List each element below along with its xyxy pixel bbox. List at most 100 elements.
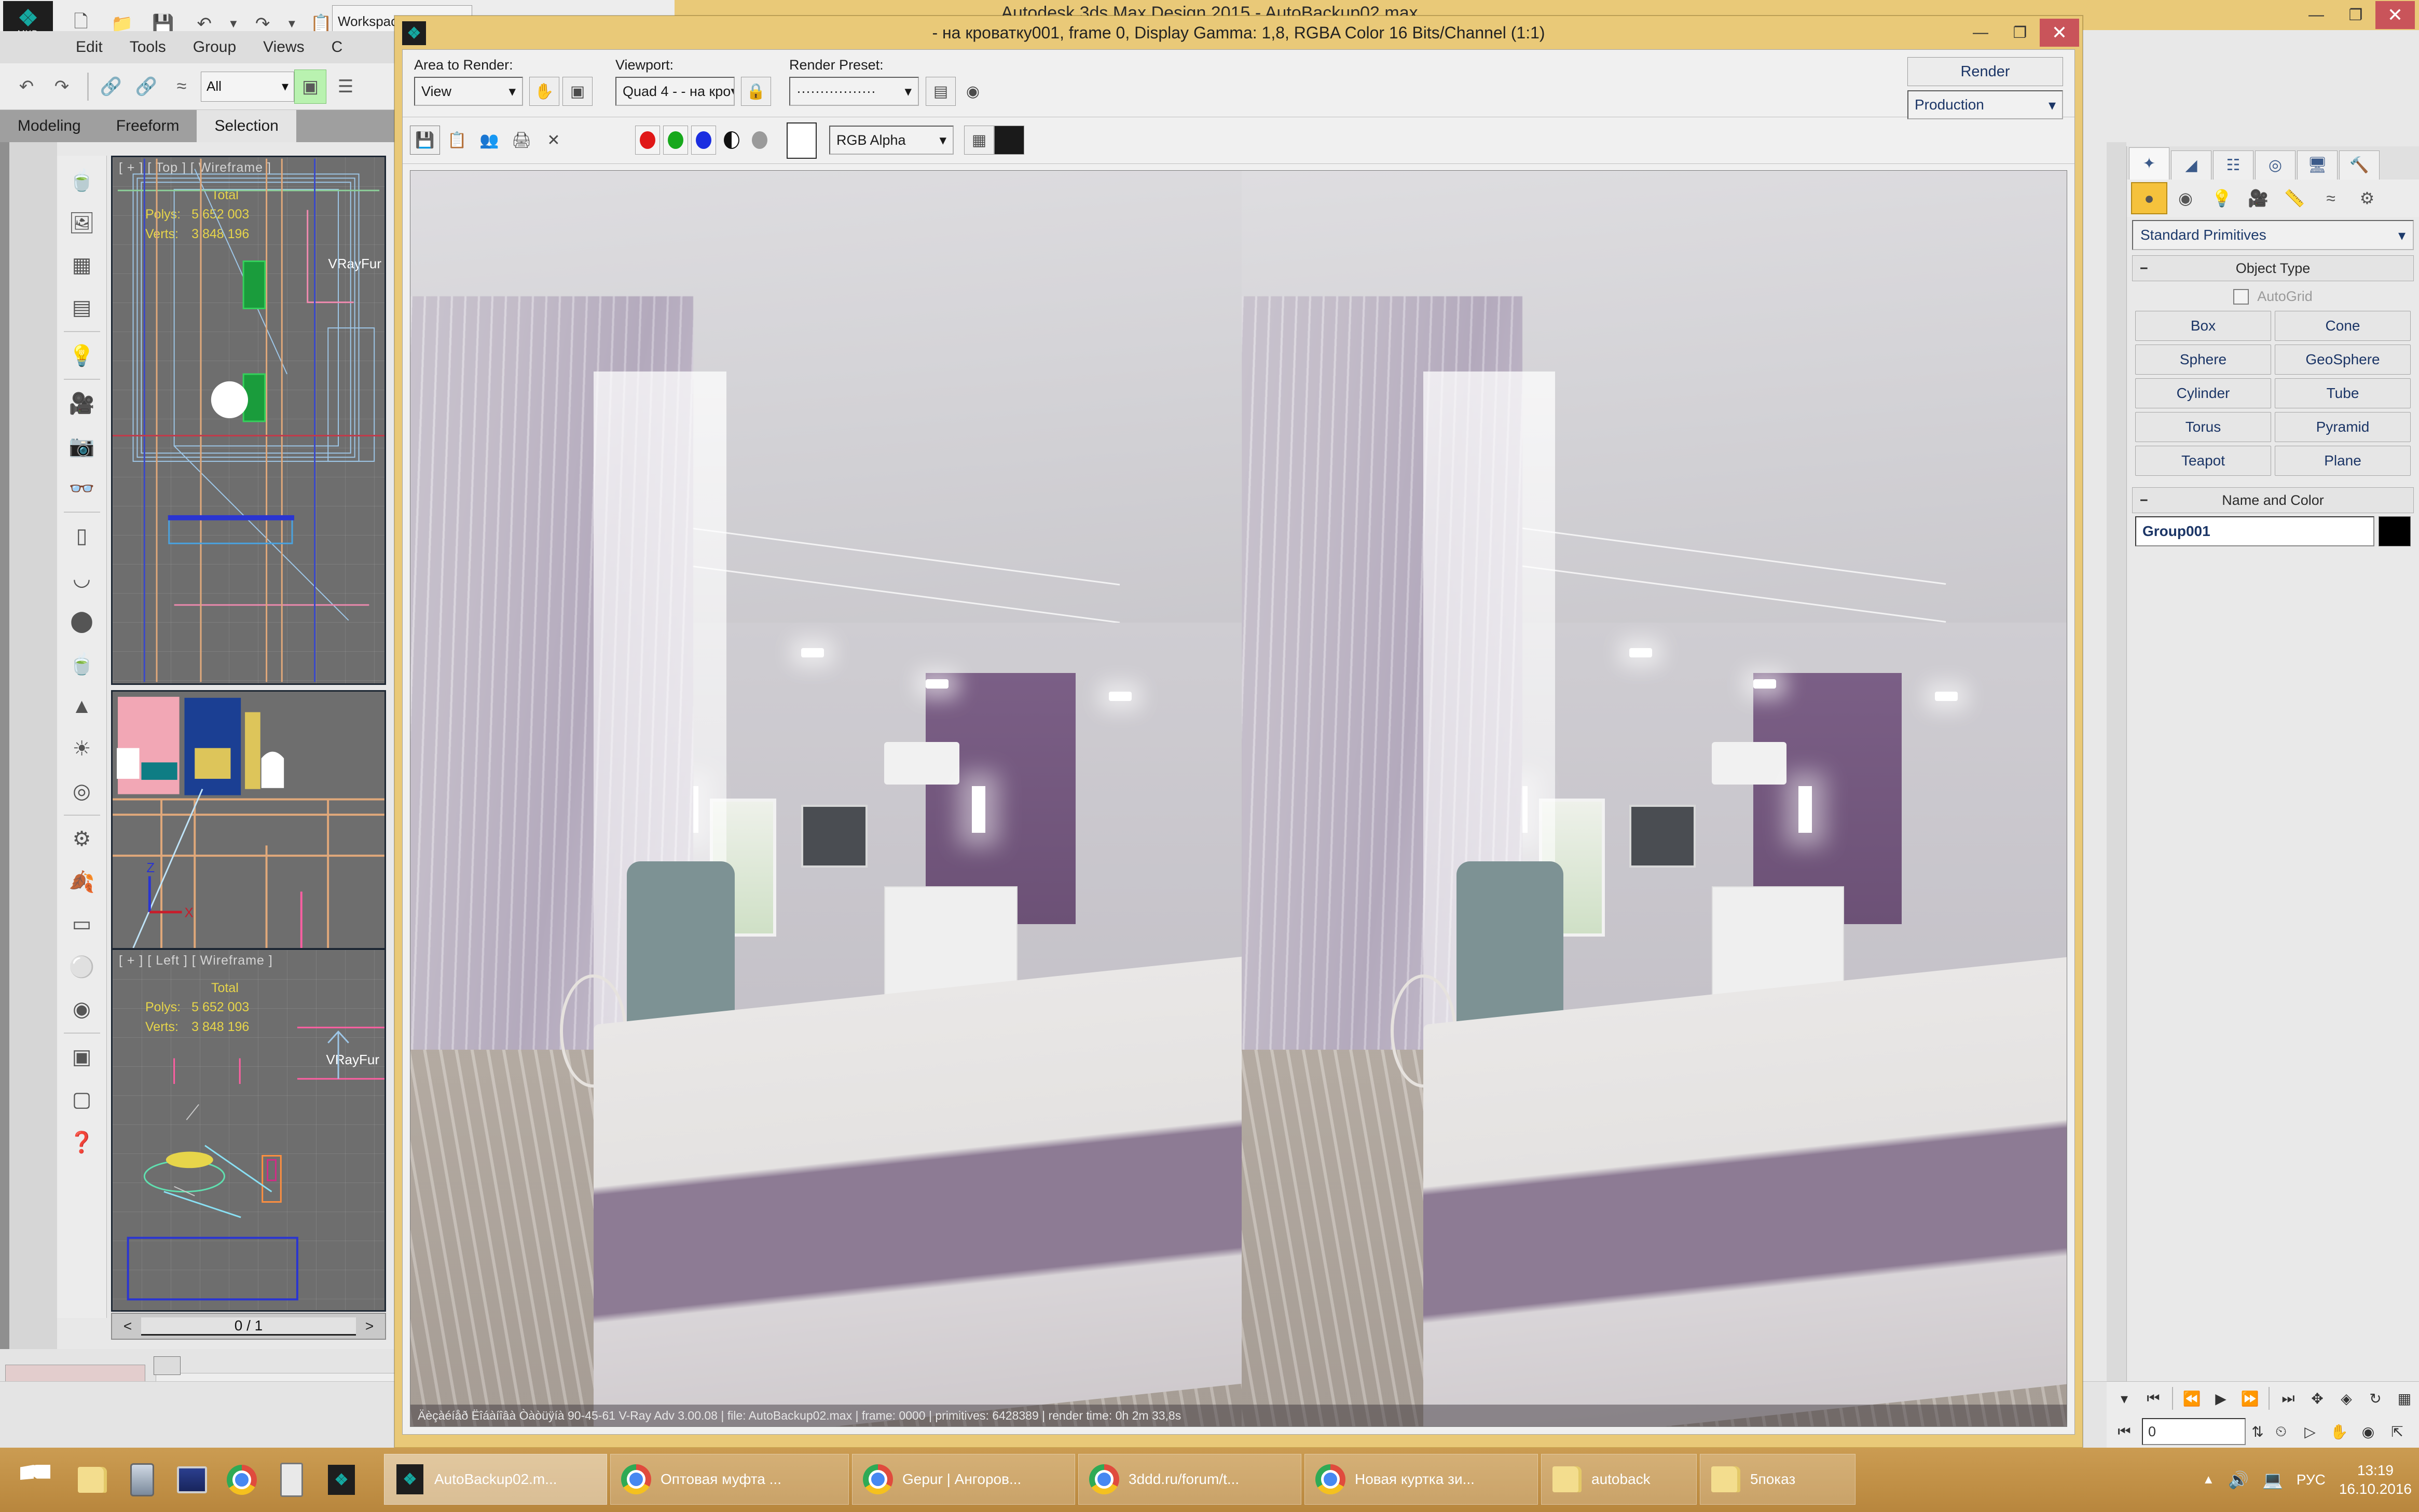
next-frame-button[interactable]: > [359,1318,380,1335]
alpha-channel-icon[interactable] [719,126,744,155]
geosphere-button[interactable]: GeoSphere [2275,345,2411,375]
teapot-button[interactable]: Teapot [2135,446,2271,476]
cameras-icon[interactable]: 🎥 [2240,182,2276,214]
taskbar-task-kurtka[interactable]: Новая куртка зи... [1304,1454,1538,1505]
viewport-dropdown[interactable]: Quad 4 - - на кро ▾ [615,77,735,106]
frame-spinner-icon[interactable]: ⇅ [2249,1417,2266,1447]
copy-image-icon[interactable]: 📋 [442,126,472,155]
lights-icon[interactable]: 💡 [2204,182,2240,214]
play-animation-icon[interactable]: ▶ [2206,1383,2235,1413]
start-button[interactable] [9,1453,61,1507]
go-to-end-icon[interactable]: ⏭ [2274,1383,2303,1413]
menu-item-tools[interactable]: Tools [116,38,180,56]
render-elements-icon[interactable]: ▦ [964,126,994,155]
folder-explorer-icon[interactable] [67,1453,117,1507]
bind-spacewarp-icon[interactable]: ≈ [166,70,198,104]
orbit-icon[interactable]: ◉ [2354,1417,2383,1447]
help-icon[interactable]: ❓ [60,1121,104,1163]
clear-color-swatch[interactable] [787,122,817,159]
area-to-render-dropdown[interactable]: View ▾ [414,77,523,106]
hierarchy-tab-icon[interactable]: ☷ [2213,150,2253,180]
mono-channel-icon[interactable] [747,126,772,155]
helpers-icon[interactable]: 📏 [2276,182,2313,214]
auto-region-icon[interactable]: ▣ [562,77,593,106]
render-setup-icon[interactable]: 🖼 [60,201,104,244]
select-and-move-icon[interactable]: ✥ [2303,1383,2332,1413]
vray-proxy-icon[interactable]: ⚙ [60,818,104,860]
camera-icon[interactable]: 🎥 [60,382,104,424]
select-and-rotate-icon[interactable]: ◈ [2332,1383,2361,1413]
pan-view-icon[interactable]: ✋ [2325,1417,2354,1447]
sun-light-icon[interactable]: ☀ [60,727,104,770]
print-image-icon[interactable]: 🖨 [506,126,537,155]
light-lister-icon[interactable]: 💡 [60,334,104,377]
taskbar-task-optovaya[interactable]: Оптовая муфта ... [610,1454,849,1505]
plane-button[interactable]: Plane [2275,446,2411,476]
clock[interactable]: 13:19 16.10.2016 [2339,1461,2412,1499]
menu-item-edit[interactable]: Edit [62,38,116,56]
motion-tab-icon[interactable]: ◎ [2255,150,2296,180]
minimize-button[interactable]: — [2297,1,2336,29]
environment-settings-icon[interactable]: ◉ [958,77,988,106]
render-button[interactable]: Render [1907,57,2063,86]
object-color-swatch[interactable] [2379,516,2411,546]
box-button[interactable]: Box [2135,311,2271,341]
object-name-field[interactable]: Group001 [2135,516,2374,546]
undo-icon[interactable]: ↶ [10,70,43,104]
time-configuration-icon[interactable]: ⏲ [2266,1417,2296,1447]
teapot-material-icon[interactable]: 🍵 [60,159,104,201]
vray-plane-icon[interactable]: ▭ [60,903,104,945]
previous-frame-icon[interactable]: ⏪ [2177,1383,2206,1413]
sphere-button[interactable]: Sphere [2135,345,2271,375]
taskbar-task-gepur[interactable]: Gepur | Ангоров... [852,1454,1075,1505]
rendered-image-canvas[interactable]: Äèçàéíåð Ëîáàíîâà Òàòüÿíà 90-45-61 V-Ray… [410,170,2067,1427]
show-hidden-icons-icon[interactable]: ▲ [2202,1473,2215,1487]
name-and-color-rollup-header[interactable]: − Name and Color [2132,487,2414,513]
red-channel-icon[interactable] [635,126,660,155]
save-image-icon[interactable]: 💾 [410,126,440,155]
menu-item-views[interactable]: Views [250,38,318,56]
go-to-start-icon[interactable]: ⏮ [2139,1383,2168,1413]
ribbon-tab-selection[interactable]: Selection [197,110,296,142]
ies-light-icon[interactable]: ▲ [60,685,104,727]
green-channel-icon[interactable] [663,126,688,155]
rectangle-light-icon[interactable]: ▯ [60,515,104,557]
taskbar-task-5pokaz[interactable]: 5показ [1700,1454,1856,1505]
cylinder-button[interactable]: Cylinder [2135,378,2271,408]
shapes-icon[interactable]: ◉ [2167,182,2204,214]
systems-icon[interactable]: ⚙ [2349,182,2385,214]
frame-buffer-icon[interactable]: ▣ [60,1036,104,1078]
channel-dropdown[interactable]: RGB Alpha ▾ [829,126,954,155]
3dsmax-icon[interactable]: ❖ [317,1453,366,1507]
display-tab-icon[interactable]: 🖥 [2297,150,2338,180]
clear-image-icon[interactable]: ✕ [539,126,569,155]
taskbar-task-autoback[interactable]: autoback [1541,1454,1697,1505]
taskbar-task-autobackup[interactable]: ❖ AutoBackup02.m... [384,1454,607,1505]
spacewarps-icon[interactable]: ≈ [2313,182,2349,214]
language-indicator[interactable]: РУС [2297,1472,2326,1488]
selection-filter-dropdown[interactable]: All ▾ [201,71,294,102]
vfb-history-icon[interactable]: ▢ [60,1078,104,1121]
unlink-icon[interactable]: 🔗 [130,70,162,104]
render-preset-dropdown[interactable]: ················· ▾ [789,77,919,106]
select-object-icon[interactable]: ▣ [294,69,326,104]
lock-icon[interactable]: 🔒 [741,77,771,106]
redo-icon[interactable]: ↷ [46,70,78,104]
physical-camera-icon[interactable]: 📷 [60,424,104,467]
close-button[interactable]: ✕ [2375,1,2415,29]
cone-button[interactable]: Cone [2275,311,2411,341]
render-close-button[interactable]: ✕ [2040,19,2079,47]
render-setup-icon[interactable]: ▤ [926,77,956,106]
vray-fur-icon[interactable]: 🍂 [60,860,104,903]
volume-icon[interactable]: 🔊 [2228,1470,2249,1490]
menu-item-create[interactable]: C [318,38,356,56]
render-maximize-button[interactable]: ❐ [2000,19,2040,47]
chevron-down-icon[interactable]: ▾ [2110,1383,2139,1413]
calculator-icon[interactable] [267,1453,317,1507]
geometry-icon[interactable]: ● [2131,182,2167,214]
vray-displacement-icon[interactable]: ◉ [60,988,104,1030]
tube-button[interactable]: Tube [2275,378,2411,408]
vray-sphere-icon[interactable]: ⚪ [60,945,104,988]
object-type-rollup-header[interactable]: − Object Type [2132,255,2414,281]
render-mode-dropdown[interactable]: Production ▾ [1907,90,2063,119]
